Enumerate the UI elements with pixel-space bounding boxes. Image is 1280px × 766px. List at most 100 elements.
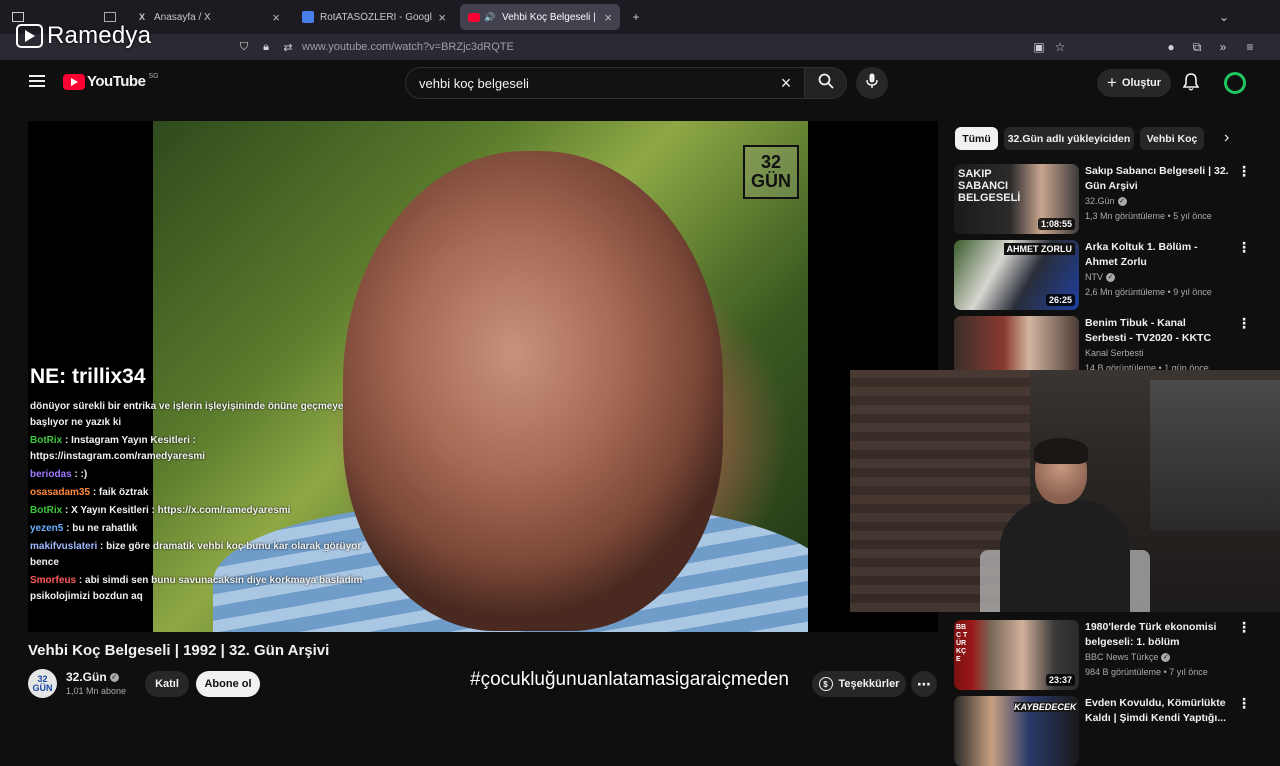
recommendation-channel[interactable]: BBC News Türkçe ✓	[1085, 652, 1171, 663]
chat-banner: NE: trillix34	[30, 365, 146, 388]
chat-username: beriodas	[30, 469, 75, 480]
bookmark-star-icon[interactable]: ☆	[1051, 38, 1069, 56]
chip-vehbi-koc[interactable]: Vehbi Koç	[1140, 127, 1204, 150]
channel-name[interactable]: 32.Gün ✓	[66, 670, 119, 684]
close-icon[interactable]: ×	[604, 10, 612, 25]
recommendation-channel[interactable]: NTV ✓	[1085, 272, 1115, 283]
chip-from-uploader[interactable]: 32.Gün adlı yükleyiciden	[1004, 127, 1134, 150]
recommendation-item[interactable]: SAKIP SABANCI BELGESELİ 1:08:55 Sakıp Sa…	[954, 164, 1254, 234]
chat-message: BotRix : X Yayın Kesitleri : https://x.c…	[30, 503, 370, 519]
clear-search-icon[interactable]: ×	[774, 73, 798, 94]
voice-search-button[interactable]	[856, 67, 888, 99]
hamburger-menu-icon[interactable]: ≡	[1241, 38, 1259, 56]
youtube-logo[interactable]: YouTube SG	[63, 73, 159, 90]
chevron-right-icon[interactable]: ›	[1224, 129, 1229, 147]
channel-text[interactable]: BBC News Türkçe	[1085, 652, 1158, 662]
search-icon	[818, 73, 834, 94]
lock-icon[interactable]: 🔒︎	[258, 39, 274, 55]
recommendation-channel[interactable]: Kanal Serbesti	[1085, 348, 1144, 358]
plus-icon: +	[1106, 73, 1117, 92]
more-actions-icon[interactable]: ⋯	[911, 671, 937, 697]
thanks-button[interactable]: $ Teşekkürler	[812, 671, 906, 697]
chat-text: : abi simdi sen bunu savunacaksin diye k…	[30, 575, 363, 602]
tab-google-docs[interactable]: RotATASÖZLERİ - Google Doküm ×	[294, 4, 454, 30]
microphone-icon	[866, 73, 878, 94]
picture-in-picture-icon[interactable]: ▣	[1030, 38, 1048, 56]
tab-youtube-active[interactable]: 🔊 Vehbi Koç Belgeseli | 1992 | ×	[460, 4, 620, 30]
recommendation-title[interactable]: Benim Tibuk - Kanal Serbesti - TV2020 - …	[1085, 316, 1230, 346]
kebab-menu-icon[interactable]: ⋮	[1237, 164, 1251, 178]
chat-message: beriodas : :)	[30, 467, 370, 483]
video-player[interactable]: 32 GÜN NE: trillix34 dönüyor sürekli bir …	[28, 121, 938, 632]
kebab-menu-icon[interactable]: ⋮	[1237, 696, 1251, 710]
search-input[interactable]: vehbi koç belgeseli ×	[405, 67, 805, 99]
video-subject-face	[343, 151, 723, 631]
tab-label: Vehbi Koç Belgeseli | 1992 |	[502, 11, 598, 23]
thanks-icon: $	[818, 677, 833, 691]
recommendation-title[interactable]: Sakıp Sabancı Belgeseli | 32. Gün Arşivi	[1085, 164, 1230, 194]
recommendation-title[interactable]: Evden Kovuldu, Kömürlükte Kaldı | Şimdi …	[1085, 696, 1230, 726]
kebab-menu-icon[interactable]: ⋮	[1237, 316, 1251, 330]
channel-avatar[interactable]: 32 GÜN	[28, 669, 57, 698]
thumbnail-text: AHMET ZORLU	[1003, 243, 1075, 255]
chip-all[interactable]: Tümü	[955, 127, 998, 150]
tab-x-home[interactable]: X Anasayfa / X ×	[128, 4, 288, 30]
account-avatar[interactable]	[1224, 72, 1246, 94]
speaker-icon[interactable]: 🔊	[484, 11, 496, 23]
webcam-window	[1150, 380, 1280, 530]
video-thumbnail[interactable]: KAYBEDECEK	[954, 696, 1079, 766]
permissions-icon[interactable]: ⇄	[280, 39, 296, 55]
thanks-label: Teşekkürler	[838, 678, 900, 690]
video-thumbnail[interactable]: BBC TÜRKÇE 23:37	[954, 620, 1079, 690]
verified-badge-icon: ✓	[109, 673, 119, 683]
youtube-icon	[468, 12, 480, 22]
chevron-down-icon[interactable]: ⌄	[1215, 8, 1233, 26]
search-button[interactable]	[805, 67, 847, 99]
puzzle-icon[interactable]: ⧉	[1188, 38, 1206, 56]
close-icon[interactable]: ×	[272, 10, 280, 25]
thumbnail-text: BBC TÜRKÇE	[956, 624, 968, 663]
notifications-bell-icon[interactable]	[1182, 73, 1200, 96]
url-text[interactable]: www.youtube.com/watch?v=BRZjc3dRQTE	[302, 41, 514, 53]
chat-username: yezen5	[30, 523, 67, 534]
channel-text[interactable]: 32.Gün	[1085, 196, 1115, 206]
subscribe-button[interactable]: Abone ol	[196, 671, 260, 697]
recommendation-title[interactable]: Arka Koltuk 1. Bölüm - Ahmet Zorlu	[1085, 240, 1230, 270]
video-thumbnail[interactable]: AHMET ZORLU 26:25	[954, 240, 1079, 310]
video-thumbnail[interactable]: SAKIP SABANCI BELGESELİ 1:08:55	[954, 164, 1079, 234]
recommendation-item[interactable]: BBC TÜRKÇE 23:37 1980'lerde Türk ekonomi…	[954, 620, 1254, 690]
recommendation-meta: 1,3 Mn görüntüleme • 5 yıl önce	[1085, 211, 1212, 221]
channel-name-text[interactable]: 32.Gün	[66, 670, 107, 684]
create-label: Oluştur	[1121, 77, 1162, 89]
docs-icon	[302, 11, 314, 23]
create-button[interactable]: + Oluştur	[1097, 69, 1171, 97]
verified-badge-icon: ✓	[1106, 273, 1115, 283]
verified-badge-icon: ✓	[1117, 197, 1127, 207]
chat-username: BotRix	[30, 435, 65, 446]
chat-message: yezen5 : bu ne rahatlık	[30, 521, 370, 537]
shield-icon[interactable]: ⛉	[236, 39, 252, 55]
recommendation-meta: 2,6 Mn görüntüleme • 9 yıl önce	[1085, 287, 1212, 297]
recommendation-channel[interactable]: 32.Gün ✓	[1085, 196, 1127, 207]
join-button[interactable]: Katıl	[145, 671, 189, 697]
hamburger-menu-icon[interactable]	[29, 74, 45, 88]
region-code: SG	[148, 73, 159, 80]
recommendation-title[interactable]: 1980'lerde Türk ekonomisi belgeseli: 1. …	[1085, 620, 1230, 650]
video-title: Vehbi Koç Belgeseli | 1992 | 32. Gün Arş…	[28, 642, 330, 659]
new-tab-icon[interactable]: +	[627, 8, 645, 26]
duration-badge: 1:08:55	[1037, 218, 1075, 230]
kebab-menu-icon[interactable]: ⋮	[1237, 620, 1251, 634]
overflow-chevrons-icon[interactable]: »	[1214, 38, 1232, 56]
ramedya-brand-logo: Ramedya	[16, 22, 151, 50]
close-icon[interactable]: ×	[438, 10, 446, 25]
chat-username: Smorfeus	[30, 575, 79, 586]
browser-nav-bar: ⛉ 🔒︎ ⇄ www.youtube.com/watch?v=BRZjc3dRQ…	[0, 34, 1280, 60]
channel-text[interactable]: NTV	[1085, 272, 1103, 282]
chat-text: : :)	[74, 469, 88, 480]
url-bar[interactable]: ⛉ 🔒︎ ⇄ www.youtube.com/watch?v=BRZjc3dRQ…	[230, 36, 1080, 58]
recommendation-item[interactable]: KAYBEDECEK Evden Kovuldu, Kömürlükte Kal…	[954, 696, 1254, 766]
kebab-menu-icon[interactable]: ⋮	[1237, 240, 1251, 254]
recommendation-item[interactable]: AHMET ZORLU 26:25 Arka Koltuk 1. Bölüm -…	[954, 240, 1254, 310]
chat-message: osasadam35 : faik öztrak	[30, 485, 370, 501]
extension-icon[interactable]: ●	[1162, 38, 1180, 56]
